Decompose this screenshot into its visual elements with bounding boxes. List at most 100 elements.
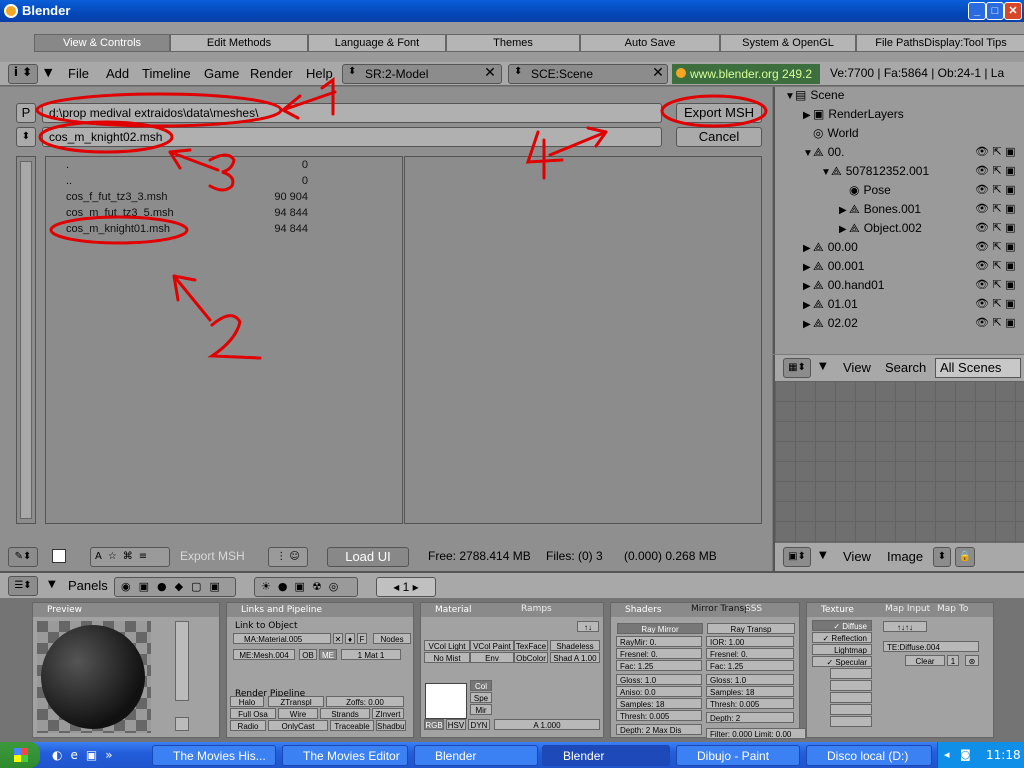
- pipeline-zinvert[interactable]: ZInvert: [372, 708, 404, 719]
- material-name-field[interactable]: MA:Material.005: [233, 633, 331, 644]
- visibility-icons[interactable]: 👁 ⇱ ▣: [975, 221, 1016, 234]
- outliner-type-icon[interactable]: ▦⬍: [783, 358, 811, 378]
- menu-timeline[interactable]: Timeline: [142, 66, 191, 81]
- taskbar-item-2[interactable]: Blender: [414, 745, 538, 766]
- texture-channel-empty[interactable]: [830, 692, 872, 703]
- cancel-button[interactable]: Cancel: [676, 127, 762, 147]
- prefs-tab-0[interactable]: View & Controls: [34, 34, 170, 52]
- preview-type-buttons[interactable]: [175, 621, 189, 701]
- file-row[interactable]: cos_m_knight01.msh 94 844: [66, 223, 386, 239]
- clear-number[interactable]: 1: [947, 655, 959, 666]
- pipeline-strands[interactable]: Strands: [320, 708, 370, 719]
- pipeline-wire[interactable]: Wire: [278, 708, 318, 719]
- taskbar-item-4[interactable]: Dibujo - Paint: [676, 745, 800, 766]
- mirror-field-7[interactable]: Depth: 2 Max Dis: [616, 724, 702, 735]
- transp-field-0[interactable]: IOR: 1.00: [706, 636, 794, 647]
- tray-app-icon[interactable]: ◙: [960, 742, 971, 768]
- texture-channel-specular[interactable]: ✓ Specular: [812, 656, 872, 667]
- transp-field-2[interactable]: Fac: 1.25: [706, 660, 794, 671]
- export-msh-button[interactable]: Export MSH: [676, 103, 762, 123]
- color-swatches[interactable]: [425, 683, 467, 719]
- prefs-tab-5[interactable]: System & OpenGL: [720, 34, 856, 52]
- menu-add[interactable]: Add: [106, 66, 129, 81]
- file-row[interactable]: cos_m_fut_tz3_5.msh 94 844: [66, 207, 386, 223]
- delete-scene-button[interactable]: ✕: [649, 64, 667, 84]
- expand-toggle-icon[interactable]: ▶: [803, 243, 813, 254]
- menu-game[interactable]: Game: [204, 66, 239, 81]
- website-link[interactable]: www.blender.org 249.2: [672, 64, 820, 84]
- expand-toggle-icon[interactable]: ▼: [785, 91, 795, 102]
- expand-toggle-icon[interactable]: ▶: [803, 110, 813, 121]
- image-image-menu[interactable]: Image: [887, 549, 923, 564]
- file-list-scrollbar[interactable]: [16, 156, 36, 524]
- prefs-tab-4[interactable]: Auto Save: [580, 34, 720, 52]
- f-button[interactable]: F: [357, 633, 367, 644]
- ramps-tab[interactable]: Ramps: [521, 604, 552, 614]
- visibility-icons[interactable]: 👁 ⇱ ▣: [975, 202, 1016, 215]
- texture-channel-empty[interactable]: [830, 704, 872, 715]
- sss-tab[interactable]: SSS: [745, 604, 762, 614]
- fake-user-icon[interactable]: ♦: [345, 633, 355, 644]
- outliner-row[interactable]: ▼▤ Scene: [785, 88, 844, 107]
- texture-name-field[interactable]: TE:Diffuse.004: [883, 641, 979, 652]
- mirror-field-3[interactable]: Gloss: 1.0: [616, 674, 702, 685]
- pipeline-halo[interactable]: Halo: [230, 696, 264, 707]
- material-shada[interactable]: Shad A 1.00: [550, 652, 600, 663]
- filename-field[interactable]: cos_m_knight02.msh: [42, 127, 662, 147]
- file-row[interactable]: .. 0: [66, 175, 386, 191]
- delete-screen-button[interactable]: ✕: [481, 64, 499, 84]
- filename-browse-icon[interactable]: ⬍: [16, 127, 36, 147]
- nodes-button[interactable]: Nodes: [373, 633, 411, 644]
- start-button[interactable]: [0, 742, 40, 768]
- pipeline-onlycast[interactable]: OnlyCast: [268, 720, 328, 731]
- transp-field-7[interactable]: Filter: 0.000 Limit: 0.00 Falloff: 1.0 S…: [706, 728, 806, 739]
- quick-launch-icons[interactable]: ◐e▣»: [52, 748, 132, 764]
- outliner-row[interactable]: ▶ ⟁ Object.002: [839, 221, 922, 240]
- texture-channel-empty[interactable]: [830, 680, 872, 691]
- taskbar-item-5[interactable]: Disco local (D:): [806, 745, 932, 766]
- material-texface[interactable]: TexFace: [514, 640, 548, 651]
- file-row[interactable]: .0: [66, 159, 386, 175]
- ob-button[interactable]: OB: [299, 649, 317, 660]
- lock-icon[interactable]: 🔒: [955, 547, 975, 567]
- visibility-icons[interactable]: 👁 ⇱ ▣: [975, 278, 1016, 291]
- material-obcolor[interactable]: ObColor: [514, 652, 548, 663]
- mirror-field-0[interactable]: RayMir: 0.: [616, 636, 702, 647]
- texture-channel-empty[interactable]: [830, 716, 872, 727]
- prefs-tab-6[interactable]: File PathsDisplay:Tool Tips: [856, 34, 1024, 52]
- material-vcollight[interactable]: VCol Light: [424, 640, 470, 651]
- image-browse-icon[interactable]: ⬍: [933, 547, 951, 567]
- mode-dyn[interactable]: DYN: [468, 719, 490, 730]
- outliner-row[interactable]: ◉ Pose: [839, 183, 891, 202]
- material-tab[interactable]: Material: [421, 603, 603, 617]
- expand-toggle-icon[interactable]: ▼: [821, 167, 831, 178]
- outliner-row[interactable]: ▶ ⟁ 00.001: [803, 259, 864, 278]
- prefs-tab-3[interactable]: Themes: [446, 34, 580, 52]
- outliner-row[interactable]: ▶ ⟁ Bones.001: [839, 202, 921, 221]
- taskbar-item-1[interactable]: The Movies Editor: [282, 745, 408, 766]
- material-nomist[interactable]: No Mist: [424, 652, 470, 663]
- prefs-tab-1[interactable]: Edit Methods: [170, 34, 308, 52]
- mode-a[interactable]: A 1.000: [494, 719, 600, 730]
- material-env[interactable]: Env: [470, 652, 514, 663]
- sort-buttons[interactable]: A☆⌘≡: [90, 547, 170, 567]
- pipeline-fullosa[interactable]: Full Osa: [230, 708, 276, 719]
- collapse-outliner-icon[interactable]: ▼: [819, 361, 827, 372]
- pipeline-ztranspl[interactable]: ZTranspl: [268, 696, 324, 707]
- texture-browse-icon[interactable]: ⊛: [965, 655, 979, 666]
- scrollbar-thumb[interactable]: [20, 161, 32, 519]
- outliner-row[interactable]: ▼⟁ 00.: [803, 145, 844, 164]
- map-to-tab[interactable]: Map To: [937, 604, 968, 614]
- menu-file[interactable]: File: [68, 66, 89, 81]
- mirror-field-6[interactable]: Thresh: 0.005: [616, 710, 702, 721]
- scene-selector[interactable]: SCE:Scene: [508, 64, 668, 84]
- outliner-row[interactable]: ▼⟁ 507812352.001: [821, 164, 929, 183]
- screen-selector[interactable]: SR:2-Model: [342, 64, 502, 84]
- pipeline-shadbuf[interactable]: Shadbuf: [376, 720, 406, 731]
- outliner-search-menu[interactable]: Search: [885, 360, 926, 375]
- outliner-display-select[interactable]: All Scenes: [935, 358, 1021, 378]
- hide-dot-files-icon[interactable]: ⋮ ☺: [268, 547, 308, 567]
- image-view-menu[interactable]: View: [843, 549, 871, 564]
- material-shadeless[interactable]: Shadeless: [550, 640, 600, 651]
- outliner-view-menu[interactable]: View: [843, 360, 871, 375]
